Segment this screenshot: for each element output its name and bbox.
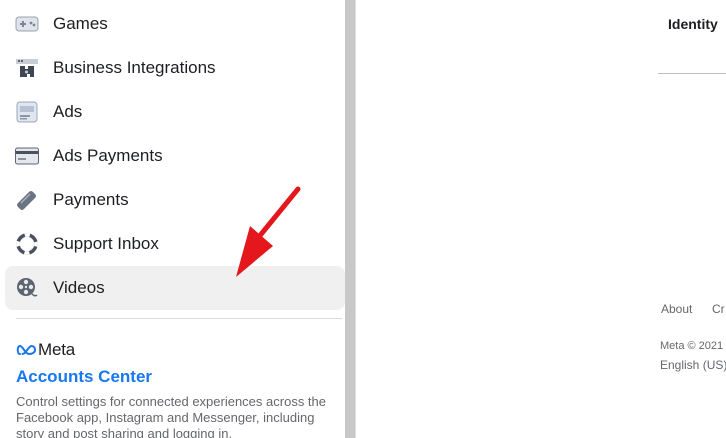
red-arrow-annotation: [236, 186, 301, 277]
